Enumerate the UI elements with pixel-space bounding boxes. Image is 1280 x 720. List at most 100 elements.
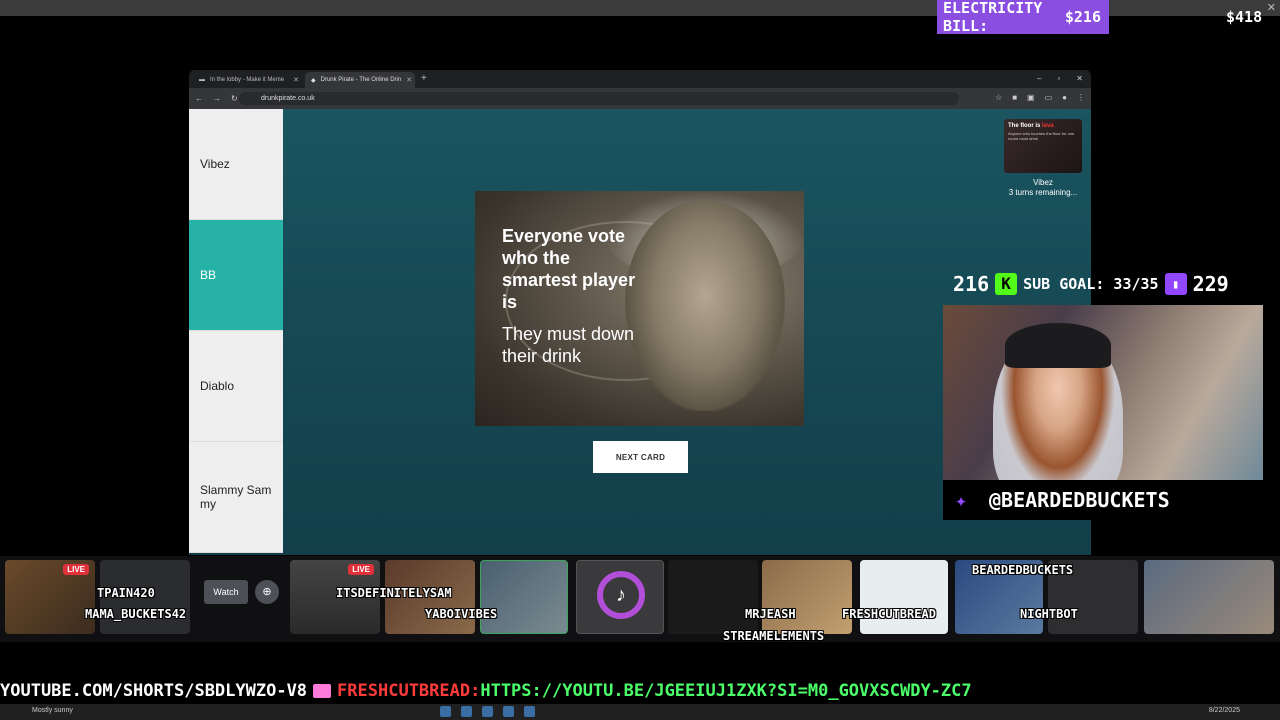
tab-close-icon[interactable]: ✕ <box>406 76 412 84</box>
player-name: Vibez <box>200 157 230 171</box>
back-icon[interactable]: ← <box>195 94 203 103</box>
stream-stats: 216 K SUB GOAL: 33/35 ▮ 229 <box>953 270 1229 298</box>
participant-name: STREAMELEMENTS <box>723 629 825 643</box>
tab-make-it-meme[interactable]: ▬ In the lobby - Make it Meme ✕ <box>193 72 305 88</box>
window-close-icon[interactable]: ✕ <box>1076 74 1083 83</box>
kick-count: 216 <box>953 272 990 296</box>
participant-tile[interactable] <box>860 560 948 634</box>
browser-tools: ☆ ■ ▣ ▭ ● ⋮ <box>995 93 1085 102</box>
app-icon[interactable] <box>524 706 535 717</box>
ticker-text-2: HTTPS://YOUTU.BE/JGEEIUJ1ZXK?SI=M0_GOVXS… <box>480 681 972 701</box>
live-badge: LIVE <box>348 564 374 575</box>
extension-icon[interactable]: ■ <box>1012 93 1017 102</box>
tab-drunk-pirate[interactable]: ◆ Drunk Pirate - The Online Drin ✕ <box>305 72 415 88</box>
start-icon[interactable] <box>440 706 451 717</box>
bookmark-star-icon[interactable]: ☆ <box>995 93 1002 102</box>
handle-text: @BEARDEDBUCKETS <box>989 488 1170 512</box>
gem-icon <box>313 684 332 698</box>
rule-title-highlight: lava <box>1042 123 1054 129</box>
participant-name: ITSDEFINITELYSAM <box>336 586 452 600</box>
chat-ticker: YOUTUBE.COM/SHORTS/SBDLYWZO-V8 FRESHCUTB… <box>0 678 1280 704</box>
sub-goal: SUB GOAL: 33/35 <box>1023 275 1159 293</box>
minimize-icon[interactable]: – <box>1037 74 1041 83</box>
music-bot-tile[interactable]: ♪ <box>576 560 664 634</box>
participant-name: FRESHCUTBREAD <box>842 607 936 621</box>
social-handle: ✦ @BEARDEDBUCKETS <box>943 480 1263 520</box>
tab-close-icon[interactable]: ✕ <box>293 76 299 84</box>
webcam-feed <box>943 305 1263 480</box>
twitch-icon: ▮ <box>1164 273 1187 295</box>
rule-turns: 3 turns remaining... <box>1008 188 1078 197</box>
sidepanel-icon[interactable]: ▭ <box>1045 93 1053 102</box>
tab-label: In the lobby - Make it Meme <box>210 77 285 83</box>
tab-bar: ▬ In the lobby - Make it Meme ✕ ◆ Drunk … <box>189 70 1091 88</box>
taskbar-icons <box>440 706 535 717</box>
next-card-button[interactable]: NEXT CARD <box>593 441 688 473</box>
electricity-label: ELECTRICITY BILL: <box>943 0 1043 35</box>
taskbar: Mostly sunny 8/22/2025 <box>0 704 1280 720</box>
streamer-hat <box>1005 323 1111 368</box>
player-item[interactable]: Diablo <box>189 331 283 442</box>
kick-icon: K <box>995 273 1018 295</box>
player-list: Vibez BB Diablo Slammy Sam my <box>189 109 283 555</box>
add-stream-icon[interactable]: ⊕ <box>255 580 279 604</box>
address-bar-row: ← → ↻ drunkpirate.co.uk ☆ ■ ▣ ▭ ● ⋮ <box>189 88 1091 109</box>
reload-icon[interactable]: ↻ <box>231 94 238 103</box>
profile-avatar-icon[interactable]: ● <box>1062 93 1067 102</box>
participant-tile[interactable] <box>668 560 758 634</box>
menu-kebab-icon[interactable]: ⋮ <box>1077 93 1085 102</box>
active-rule-card: The floor is lava Anyone who touches the… <box>1004 119 1082 173</box>
participant-tile[interactable] <box>480 560 568 634</box>
voice-participants-strip: LIVE Watch ⊕ LIVE ♪ TPAIN420 MAMA_BUCKET… <box>0 556 1280 643</box>
participant-name: MRJEASH <box>745 607 796 621</box>
player-name: Diablo <box>200 379 235 393</box>
rule-info: Vibez 3 turns remaining... <box>994 178 1091 198</box>
ticker-user: FRESHCUTBREAD: <box>337 681 481 701</box>
card-subline: They must down their drink <box>502 324 635 366</box>
game-card: Everyone vote who the smartest player is… <box>475 191 804 426</box>
taskbar-date: 8/22/2025 <box>1208 707 1240 714</box>
card-headline: Everyone vote who the smartest player is <box>502 226 636 312</box>
ticker-text-1: YOUTUBE.COM/SHORTS/SBDLYWZO-V8 <box>0 681 308 701</box>
puzzle-icon[interactable]: ▣ <box>1027 93 1035 102</box>
rule-description: Anyone who touches the floor for one rou… <box>1008 131 1075 141</box>
music-note-icon: ♪ <box>597 571 645 619</box>
participant-tile[interactable] <box>1144 560 1274 634</box>
tab-favicon-icon: ◆ <box>311 77 316 84</box>
url-field[interactable]: drunkpirate.co.uk <box>239 92 959 105</box>
rule-title-prefix: The floor is <box>1008 123 1043 129</box>
electricity-value: $216 <box>1064 8 1101 26</box>
participant-name: MAMA_BUCKETS42 <box>85 607 187 621</box>
tab-favicon-icon: ▬ <box>199 77 205 83</box>
rule-player: Vibez <box>1033 178 1053 187</box>
maximize-icon[interactable]: ▫ <box>1057 74 1060 83</box>
participant-tile[interactable] <box>762 560 852 634</box>
app-icon[interactable] <box>482 706 493 717</box>
participant-name: YABOIVIBES <box>425 607 498 621</box>
close-icon[interactable]: ✕ <box>1267 1 1276 14</box>
money-counter: $418 <box>1226 8 1263 26</box>
participant-name: NIGHTBOT <box>1020 607 1078 621</box>
participant-name: TPAIN420 <box>97 586 155 600</box>
card-text: Everyone vote who the smartest player is… <box>502 225 642 367</box>
player-item-active[interactable]: BB <box>189 220 283 331</box>
player-name: Slammy Sam my <box>200 483 272 511</box>
rule-title: The floor is lava <box>1008 123 1078 129</box>
watch-button[interactable]: Watch <box>204 580 248 604</box>
window-controls: – ▫ ✕ <box>1037 74 1083 83</box>
app-icon[interactable] <box>503 706 514 717</box>
einstein-portrait <box>625 201 785 411</box>
url-text: drunkpirate.co.uk <box>261 95 315 102</box>
player-item[interactable]: Slammy Sam my <box>189 442 283 553</box>
live-badge: LIVE <box>63 564 89 575</box>
participant-stream-tile[interactable]: LIVE <box>5 560 95 634</box>
forward-icon[interactable]: → <box>213 94 221 103</box>
new-tab-icon[interactable]: + <box>421 73 427 84</box>
twitch-count: 229 <box>1192 272 1229 296</box>
player-name: BB <box>200 268 217 282</box>
participant-name: BEARDEDBUCKETS <box>972 563 1074 577</box>
twitter-bird-icon: ✦ <box>955 488 968 512</box>
weather-label: Mostly sunny <box>32 707 73 714</box>
player-item[interactable]: Vibez <box>189 109 283 220</box>
search-icon[interactable] <box>461 706 472 717</box>
